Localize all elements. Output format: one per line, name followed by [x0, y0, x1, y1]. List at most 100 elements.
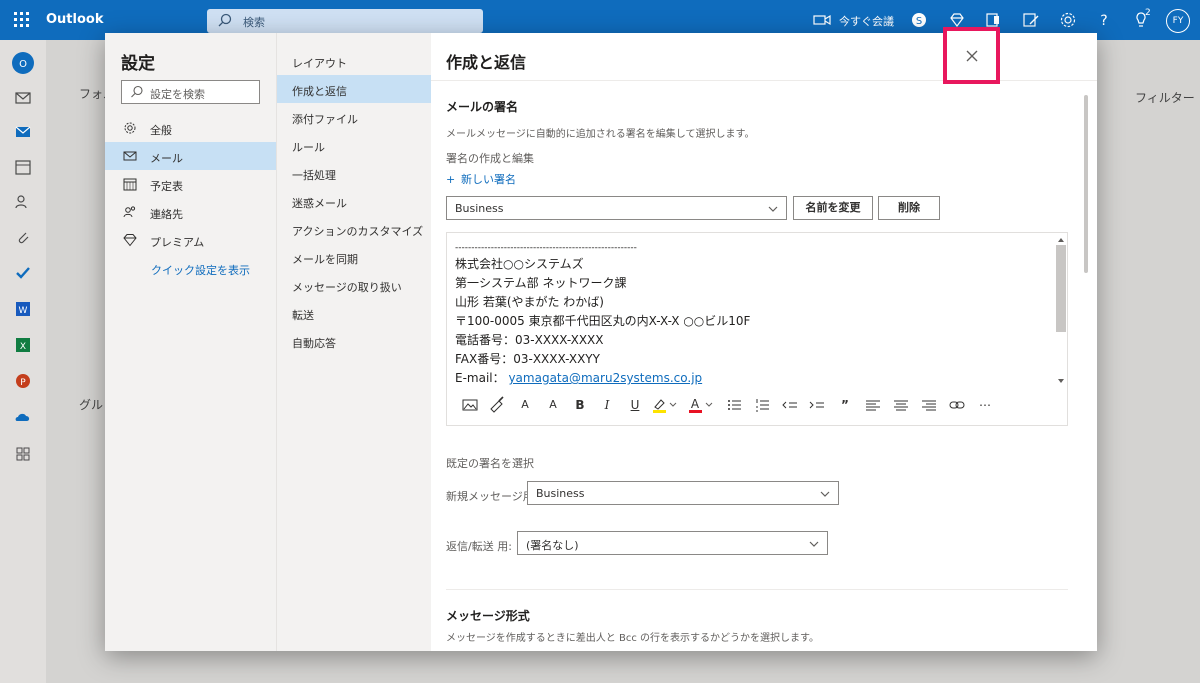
insert-image-icon[interactable]: [460, 395, 480, 415]
content-scrollbar[interactable]: [1082, 87, 1090, 649]
edit-note-icon[interactable]: [1021, 10, 1041, 30]
plus-icon: +: [446, 173, 456, 186]
signature-body[interactable]: ----------------------------------------…: [455, 241, 750, 388]
scroll-up-icon[interactable]: [1057, 237, 1065, 243]
section-customize-actions[interactable]: アクションのカスタマイズ: [277, 215, 431, 243]
chevron-down-icon: [809, 541, 819, 547]
align-right-icon[interactable]: [919, 395, 939, 415]
notification-badge: 2: [1145, 8, 1151, 18]
category-label: 全般: [150, 124, 172, 137]
signature-select[interactable]: Business: [446, 196, 787, 220]
apps-icon[interactable]: [14, 445, 32, 463]
section-junk-email[interactable]: 迷惑メール: [277, 187, 431, 215]
decrease-indent-icon[interactable]: [780, 395, 800, 415]
create-edit-label: 署名の作成と編集: [446, 152, 534, 165]
font-size-increase-icon[interactable]: A: [543, 395, 563, 415]
section-label: ルール: [292, 141, 325, 154]
rename-button[interactable]: 名前を変更: [793, 196, 873, 220]
message-format-description: メッセージを作成するときに差出人と Bcc の行を表示するかどうかを選択します。: [446, 633, 820, 644]
scroll-down-icon[interactable]: [1057, 378, 1065, 384]
section-attachments[interactable]: 添付ファイル: [277, 103, 431, 131]
section-label: アクションのカスタマイズ: [292, 225, 424, 238]
svg-text:S: S: [916, 16, 922, 27]
bullet-list-icon[interactable]: [725, 395, 745, 415]
format-painter-icon[interactable]: [487, 395, 507, 415]
people-icon: [123, 206, 136, 218]
scrollbar-thumb[interactable]: [1084, 95, 1088, 273]
meet-now-button[interactable]: 今すぐ会議: [839, 13, 894, 29]
new-signature-button[interactable]: + 新しい署名: [446, 171, 516, 187]
signature-line: 山形 若葉(やまがた わかば): [455, 295, 604, 309]
email-link[interactable]: yamagata@maru2systems.co.jp: [508, 371, 702, 385]
mail-icon[interactable]: [14, 89, 32, 107]
settings-gear-icon[interactable]: [1058, 10, 1078, 30]
close-icon: [966, 50, 978, 62]
new-message-signature-select[interactable]: Business: [527, 481, 839, 505]
section-divider: [446, 589, 1068, 590]
section-forwarding[interactable]: 転送: [277, 299, 431, 327]
section-label: 迷惑メール: [292, 197, 347, 210]
search-icon: [218, 13, 232, 27]
signature-editor[interactable]: ----------------------------------------…: [446, 232, 1068, 426]
increase-indent-icon[interactable]: [807, 395, 827, 415]
italic-icon[interactable]: I: [597, 395, 617, 415]
underline-icon[interactable]: U: [625, 395, 645, 415]
skype-icon[interactable]: S: [909, 10, 929, 30]
settings-title: 設定: [121, 54, 155, 74]
section-layout[interactable]: レイアウト: [277, 47, 431, 75]
app-name[interactable]: Outlook: [46, 12, 103, 27]
avatar[interactable]: FY: [1166, 9, 1190, 33]
section-sweep[interactable]: 一括処理: [277, 159, 431, 187]
word-icon[interactable]: W: [14, 300, 32, 318]
category-premium[interactable]: プレミアム: [105, 226, 276, 254]
calendar-icon[interactable]: [14, 158, 32, 176]
editor-scrollbar[interactable]: [1055, 237, 1067, 385]
todo-icon[interactable]: [14, 264, 32, 282]
align-center-icon[interactable]: [891, 395, 911, 415]
close-button[interactable]: [943, 27, 1000, 84]
numbered-list-icon[interactable]: [753, 395, 773, 415]
video-icon[interactable]: [812, 10, 832, 30]
settings-search-input[interactable]: 設定を検索: [121, 80, 260, 104]
gear-icon: [124, 122, 136, 134]
delete-button[interactable]: 削除: [878, 196, 940, 220]
category-people[interactable]: 連絡先: [105, 198, 276, 226]
signature-line: 〒100-0005 東京都千代田区丸の内X-X-X ○○ビル10F: [455, 314, 751, 328]
section-message-handling[interactable]: メッセージの取り扱い: [277, 271, 431, 299]
section-sync-email[interactable]: メールを同期: [277, 243, 431, 271]
new-message-signature-value: Business: [536, 487, 585, 500]
quick-settings-link[interactable]: クイック設定を表示: [151, 262, 250, 278]
category-calendar[interactable]: 予定表: [105, 170, 276, 198]
font-size-icon[interactable]: A: [515, 395, 535, 415]
bold-icon[interactable]: B: [570, 395, 590, 415]
section-label: 添付ファイル: [292, 113, 358, 126]
excel-icon[interactable]: X: [14, 336, 32, 354]
quote-icon[interactable]: ”: [835, 395, 855, 415]
reply-forward-signature-select[interactable]: (署名なし): [517, 531, 828, 555]
mail-active-icon[interactable]: [14, 123, 32, 141]
scrollbar-thumb[interactable]: [1056, 245, 1066, 332]
section-rules[interactable]: ルール: [277, 131, 431, 159]
font-color-icon[interactable]: A: [687, 395, 717, 415]
people-icon[interactable]: [14, 193, 32, 211]
attachment-icon[interactable]: [14, 228, 32, 246]
align-left-icon[interactable]: [863, 395, 883, 415]
search-box[interactable]: 検索: [207, 9, 483, 33]
svg-text:X: X: [20, 342, 26, 352]
highlight-icon[interactable]: [651, 395, 681, 415]
more-options-icon[interactable]: ⋯: [975, 395, 995, 415]
outlook-icon[interactable]: O: [11, 51, 35, 75]
help-icon[interactable]: ?: [1094, 10, 1114, 30]
category-mail[interactable]: メール: [105, 142, 276, 170]
link-icon[interactable]: [947, 395, 967, 415]
onedrive-icon[interactable]: [14, 408, 32, 426]
powerpoint-icon[interactable]: P: [14, 372, 32, 390]
category-label: 連絡先: [150, 208, 183, 221]
category-general[interactable]: 全般: [105, 114, 276, 142]
app-launcher-icon[interactable]: [14, 12, 30, 28]
reply-forward-signature-value: (署名なし): [526, 539, 579, 552]
section-compose-reply[interactable]: 作成と返信: [277, 75, 431, 103]
section-label: メッセージの取り扱い: [292, 281, 402, 294]
chevron-down-icon: [820, 491, 830, 497]
section-automatic-replies[interactable]: 自動応答: [277, 327, 431, 355]
